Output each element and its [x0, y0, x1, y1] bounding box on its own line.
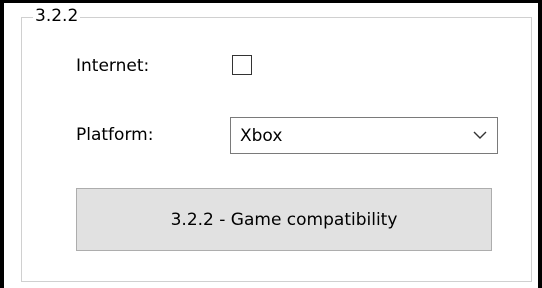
chevron-down-icon[interactable]	[473, 130, 487, 140]
game-compatibility-button[interactable]: 3.2.2 - Game compatibility	[76, 188, 492, 251]
internet-checkbox[interactable]	[232, 55, 252, 75]
platform-select[interactable]: Xbox	[230, 117, 498, 154]
platform-selected-value: Xbox	[240, 126, 283, 146]
frame-edge-left	[0, 0, 4, 288]
platform-label: Platform:	[76, 125, 154, 145]
internet-label: Internet:	[76, 56, 150, 76]
window-content: 3.2.2 Internet: Platform: Xbox 3.2.2 - G…	[0, 0, 542, 288]
frame-edge-right	[538, 0, 542, 288]
frame-edge-top	[0, 0, 542, 3]
group-caption: 3.2.2	[33, 6, 81, 26]
